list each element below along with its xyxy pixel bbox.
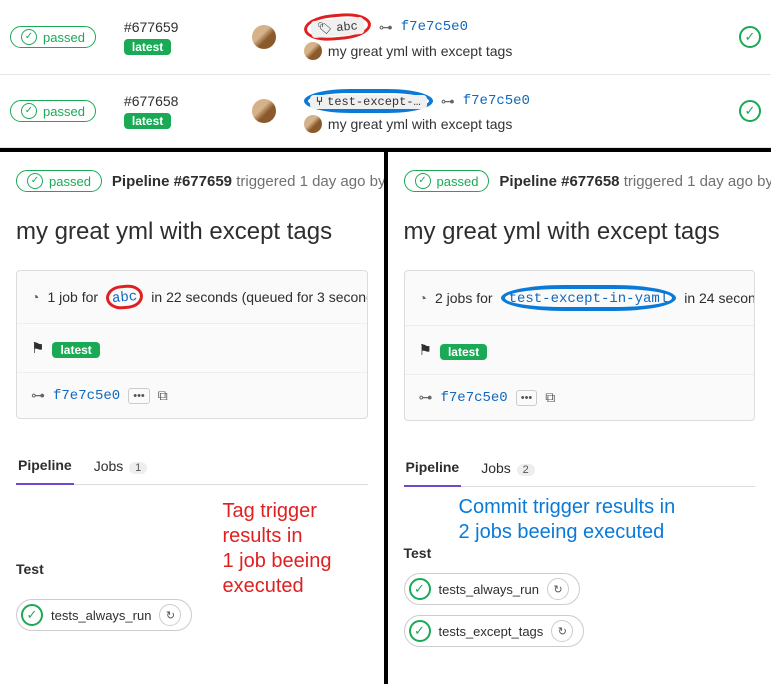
check-icon: ✓ bbox=[415, 173, 431, 189]
ref-link[interactable]: test-except-in-yaml bbox=[509, 291, 669, 307]
latest-badge: latest bbox=[124, 39, 171, 55]
retry-icon[interactable]: ↻ bbox=[551, 620, 573, 642]
commit-icon: ⊶ bbox=[31, 387, 45, 404]
ref-link[interactable]: abc bbox=[112, 289, 139, 307]
commit-icon: ⊶ bbox=[379, 19, 393, 36]
commit-message[interactable]: my great yml with except tags bbox=[328, 116, 512, 132]
branch-ref-pill[interactable]: ⑂ test-except-… bbox=[310, 95, 427, 109]
page-title: my great yml with except tags bbox=[404, 218, 756, 246]
clock-icon: ◔ bbox=[419, 290, 427, 306]
check-icon: ✓ bbox=[409, 620, 431, 642]
check-icon: ✓ bbox=[409, 578, 431, 600]
commit-link[interactable]: f7e7c5e0 bbox=[441, 390, 508, 406]
tab-jobs[interactable]: Jobs 1 bbox=[92, 448, 150, 484]
expand-button[interactable]: ••• bbox=[128, 388, 150, 404]
pipeline-list-row: ✓ passed #677658 latest ⑂ test-except-… … bbox=[0, 75, 771, 148]
status-badge[interactable]: ✓ passed bbox=[404, 170, 490, 192]
check-icon: ✓ bbox=[21, 29, 37, 45]
pipeline-id-link[interactable]: #677659 bbox=[124, 19, 224, 35]
retry-icon[interactable]: ↻ bbox=[547, 578, 569, 600]
commit-link[interactable]: f7e7c5e0 bbox=[53, 388, 120, 404]
flag-icon: ⚑ bbox=[31, 339, 44, 357]
ref-column: ⑂ test-except-… ⊶ f7e7c5e0 my great yml … bbox=[304, 89, 711, 133]
pipeline-id-link[interactable]: #677658 bbox=[124, 93, 224, 109]
tabs: Pipeline Jobs 2 bbox=[404, 449, 756, 487]
page-title: my great yml with except tags bbox=[16, 218, 368, 246]
job-name: tests_always_run bbox=[51, 608, 151, 623]
tabs: Pipeline Jobs 1 bbox=[16, 447, 368, 485]
avatar[interactable] bbox=[252, 99, 276, 123]
status-badge[interactable]: ✓ passed bbox=[10, 26, 96, 48]
job-summary-post: in 22 seconds (queued for 3 seconds) bbox=[151, 289, 366, 305]
check-icon: ✓ bbox=[27, 173, 43, 189]
status-text: passed bbox=[43, 30, 85, 45]
status-badge[interactable]: ✓ passed bbox=[10, 100, 96, 122]
jobs-count: 1 bbox=[129, 462, 147, 474]
expand-button[interactable]: ••• bbox=[516, 390, 538, 406]
stage-name: Test bbox=[16, 561, 192, 577]
pipeline-heading: Pipeline #677659 triggered 1 day ago by bbox=[112, 173, 386, 190]
commit-icon: ⊶ bbox=[419, 389, 433, 406]
job-name: tests_always_run bbox=[439, 582, 539, 597]
status-text: passed bbox=[43, 104, 85, 119]
id-column: #677658 latest bbox=[124, 93, 224, 129]
copy-icon[interactable]: ⧉ bbox=[545, 389, 555, 406]
stage-name: Test bbox=[404, 545, 756, 561]
jobs-count: 2 bbox=[517, 464, 535, 476]
ref-name: test-except-… bbox=[327, 96, 421, 108]
commit-link[interactable]: f7e7c5e0 bbox=[463, 93, 530, 109]
clock-icon: ◔ bbox=[31, 289, 39, 305]
tab-pipeline[interactable]: Pipeline bbox=[404, 449, 462, 487]
commit-icon: ⊶ bbox=[441, 93, 455, 110]
flag-icon: ⚑ bbox=[419, 341, 432, 359]
tag-ref-pill[interactable]: 🏷 abc bbox=[310, 17, 364, 39]
pipeline-heading: Pipeline #677658 triggered 1 day ago by bbox=[499, 173, 771, 190]
stage-status-icon[interactable]: ✓ bbox=[739, 26, 761, 48]
status-badge[interactable]: ✓ passed bbox=[16, 170, 102, 192]
check-icon: ✓ bbox=[21, 604, 43, 626]
job-pill[interactable]: ✓ tests_except_tags ↻ bbox=[404, 615, 585, 647]
id-column: #677659 latest bbox=[124, 19, 224, 55]
status-text: passed bbox=[49, 174, 91, 189]
annotation: Tag trigger results in 1 job beeing exec… bbox=[222, 499, 367, 599]
tab-pipeline[interactable]: Pipeline bbox=[16, 447, 74, 485]
latest-badge: latest bbox=[52, 342, 99, 358]
job-summary-pre: 2 jobs for bbox=[435, 290, 493, 306]
info-card: ◔ 2 jobs for test-except-in-yaml in 24 s… bbox=[404, 270, 756, 421]
latest-badge: latest bbox=[124, 113, 171, 129]
job-pill[interactable]: ✓ tests_always_run ↻ bbox=[16, 599, 192, 631]
job-name: tests_except_tags bbox=[439, 624, 544, 639]
commit-message[interactable]: my great yml with except tags bbox=[328, 43, 512, 59]
job-pill[interactable]: ✓ tests_always_run ↻ bbox=[404, 573, 580, 605]
stage-status-icon[interactable]: ✓ bbox=[739, 100, 761, 122]
copy-icon[interactable]: ⧉ bbox=[158, 387, 168, 404]
status-text: passed bbox=[437, 174, 479, 189]
branch-icon: ⑂ bbox=[316, 96, 323, 108]
check-icon: ✓ bbox=[21, 103, 37, 119]
retry-icon[interactable]: ↻ bbox=[159, 604, 181, 626]
avatar bbox=[304, 42, 322, 60]
job-summary-post: in 24 seconds (queue bbox=[684, 290, 754, 306]
ref-name: abc bbox=[336, 19, 359, 35]
tab-jobs[interactable]: Jobs 2 bbox=[479, 450, 537, 486]
tag-icon: 🏷 bbox=[316, 20, 332, 36]
panel-left: ✓ passed Pipeline #677659 triggered 1 da… bbox=[0, 152, 388, 684]
pipeline-list-row: ✓ passed #677659 latest 🏷 abc ⊶ f7e7c5e0… bbox=[0, 0, 771, 75]
commit-link[interactable]: f7e7c5e0 bbox=[401, 19, 468, 35]
annotation: Commit trigger results in 2 jobs beeing … bbox=[404, 495, 756, 545]
avatar[interactable] bbox=[252, 25, 276, 49]
info-card: ◔ 1 job for abc in 22 seconds (queued fo… bbox=[16, 270, 368, 419]
ref-column: 🏷 abc ⊶ f7e7c5e0 my great yml with excep… bbox=[304, 14, 711, 60]
avatar bbox=[304, 115, 322, 133]
job-summary-pre: 1 job for bbox=[47, 289, 98, 305]
panel-right: ✓ passed Pipeline #677658 triggered 1 da… bbox=[388, 152, 771, 684]
latest-badge: latest bbox=[440, 344, 487, 360]
